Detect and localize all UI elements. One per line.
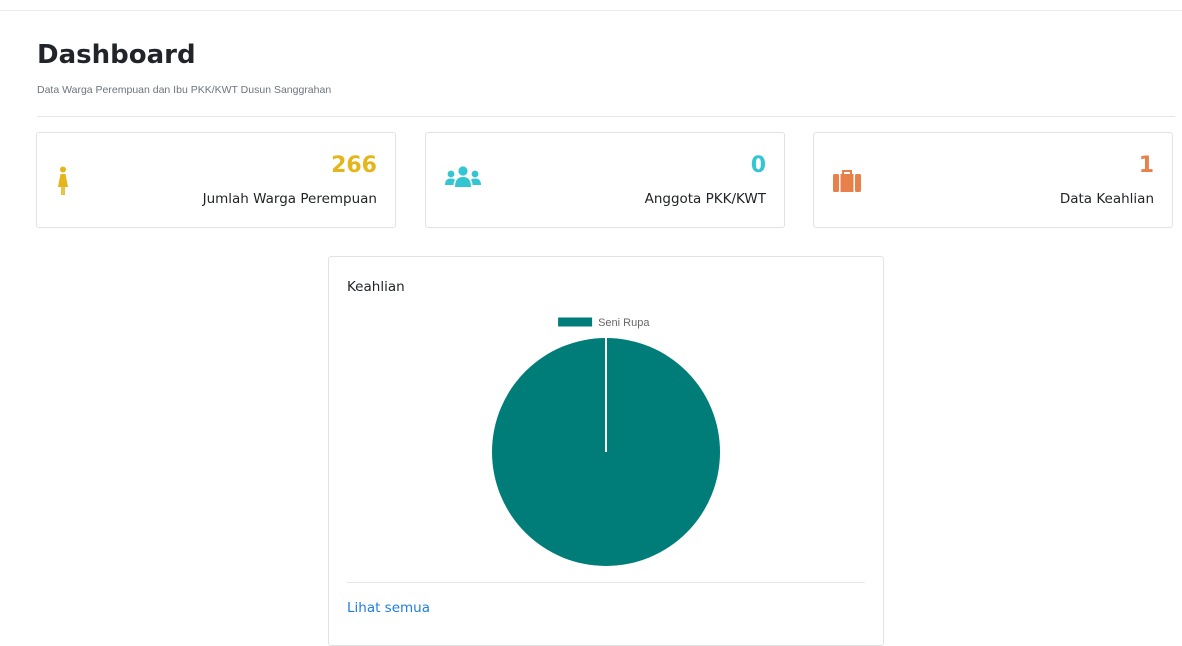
page-subtitle: Data Warga Perempuan dan Ibu PKK/KWT Dus… — [37, 84, 332, 96]
stat-label: Anggota PKK/KWT — [644, 191, 766, 207]
legend-label: Seni Rupa — [598, 317, 650, 329]
stat-value: 1 — [1138, 153, 1154, 178]
users-icon — [444, 165, 484, 197]
stat-card-data-keahlian: 1 Data Keahlian — [813, 132, 1173, 228]
keahlian-chart-card: Keahlian Seni Rupa Lihat semua — [328, 256, 884, 646]
chart-footer-divider — [347, 582, 865, 583]
stat-card-warga-perempuan: 266 Jumlah Warga Perempuan — [36, 132, 396, 228]
top-divider — [0, 10, 1182, 11]
header-divider — [37, 116, 1175, 117]
stat-label: Data Keahlian — [1059, 191, 1154, 207]
chart-card-title: Keahlian — [347, 279, 405, 295]
keahlian-pie-chart: Seni Rupa — [492, 317, 720, 566]
legend-swatch[interactable] — [558, 317, 593, 327]
female-icon — [53, 166, 85, 198]
stat-value: 0 — [750, 153, 766, 178]
page-title: Dashboard — [37, 40, 196, 70]
stat-label: Jumlah Warga Perempuan — [202, 191, 377, 207]
see-all-link[interactable]: Lihat semua — [347, 600, 430, 616]
stat-value: 266 — [331, 153, 377, 178]
briefcase-icon — [832, 166, 864, 198]
stat-card-anggota-pkk: 0 Anggota PKK/KWT — [425, 132, 785, 228]
